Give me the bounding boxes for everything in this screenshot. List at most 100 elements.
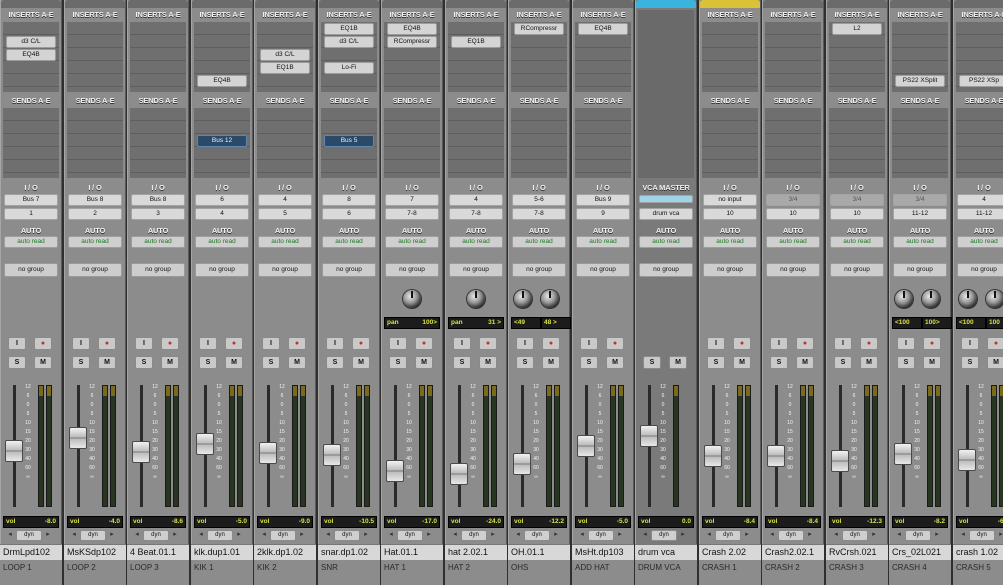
output-selector[interactable]: 10 <box>766 208 820 220</box>
record-arm-button[interactable]: ● <box>98 337 116 350</box>
volume-fader[interactable] <box>323 444 341 466</box>
insert-plugin[interactable]: EQ4B <box>387 23 437 35</box>
solo-button[interactable]: S <box>72 356 90 369</box>
insert-slot[interactable] <box>257 35 313 48</box>
scroll-right-arrow[interactable]: ▸ <box>44 530 52 539</box>
insert-plugin[interactable]: EQ1B <box>324 23 374 35</box>
pan-knob[interactable] <box>541 290 559 308</box>
send-slot[interactable] <box>257 134 313 147</box>
solo-button[interactable]: S <box>580 356 598 369</box>
volume-fader[interactable] <box>386 460 404 482</box>
dyn-button[interactable]: dyn <box>715 530 741 541</box>
dyn-button[interactable]: dyn <box>969 530 995 541</box>
volume-fader[interactable] <box>259 442 277 464</box>
scroll-right-arrow[interactable]: ▸ <box>806 530 814 539</box>
send-slot[interactable] <box>511 121 567 134</box>
insert-slot[interactable]: EQ4B <box>575 22 631 35</box>
insert-slot[interactable] <box>3 61 59 74</box>
record-arm-button[interactable]: ● <box>923 337 941 350</box>
send-slot[interactable] <box>511 134 567 147</box>
send-slot[interactable] <box>384 108 440 121</box>
output-selector[interactable]: 7-8 <box>449 208 503 220</box>
send-slot[interactable] <box>257 121 313 134</box>
insert-slot[interactable] <box>829 48 885 61</box>
send-slot[interactable] <box>956 160 1003 173</box>
send-slot[interactable] <box>575 160 631 173</box>
scroll-left-arrow[interactable]: ◂ <box>260 530 268 539</box>
mute-button[interactable]: M <box>796 356 814 369</box>
record-arm-button[interactable]: ● <box>352 337 370 350</box>
insert-slot[interactable] <box>765 48 821 61</box>
send-slot[interactable] <box>765 121 821 134</box>
record-arm-button[interactable]: ● <box>987 337 1003 350</box>
insert-slot[interactable] <box>829 74 885 87</box>
volume-fader[interactable] <box>894 443 912 465</box>
insert-plugin[interactable]: EQ4B <box>578 23 628 35</box>
input-selector[interactable]: 5-6 <box>512 194 566 206</box>
send-slot[interactable] <box>702 160 758 173</box>
input-monitor-button[interactable]: I <box>262 337 280 350</box>
input-selector[interactable]: Bus 8 <box>131 194 185 206</box>
send-slot[interactable] <box>829 147 885 160</box>
send-slot[interactable] <box>956 147 1003 160</box>
mute-button[interactable]: M <box>98 356 116 369</box>
insert-slot[interactable] <box>194 22 250 35</box>
send-slot[interactable] <box>3 147 59 160</box>
solo-button[interactable]: S <box>643 356 661 369</box>
group-selector[interactable]: no group <box>131 263 185 277</box>
input-monitor-button[interactable]: I <box>834 337 852 350</box>
send-slot[interactable] <box>765 147 821 160</box>
mute-button[interactable]: M <box>860 356 878 369</box>
input-monitor-button[interactable]: I <box>961 337 979 350</box>
send-slot[interactable] <box>3 160 59 173</box>
track-name[interactable]: 2klk.dp1.02 <box>254 544 316 561</box>
mute-button[interactable]: M <box>606 356 624 369</box>
automation-mode-selector[interactable]: auto read <box>322 236 376 248</box>
insert-slot[interactable]: PS22 XSplit <box>892 74 948 87</box>
output-selector[interactable]: 6 <box>322 208 376 220</box>
scroll-left-arrow[interactable]: ◂ <box>387 530 395 539</box>
group-selector[interactable]: no group <box>449 263 503 277</box>
send-slot[interactable] <box>511 108 567 121</box>
send-slot[interactable] <box>448 147 504 160</box>
send-slot[interactable] <box>321 121 377 134</box>
send-slot[interactable] <box>384 147 440 160</box>
group-selector[interactable]: no group <box>703 263 757 277</box>
insert-slot[interactable] <box>956 48 1003 61</box>
insert-slot[interactable]: d3 C/L <box>3 35 59 48</box>
insert-slot[interactable] <box>892 61 948 74</box>
mute-button[interactable]: M <box>479 356 497 369</box>
input-monitor-button[interactable]: I <box>580 337 598 350</box>
send-slot[interactable] <box>194 147 250 160</box>
dyn-button[interactable]: dyn <box>588 530 614 541</box>
solo-button[interactable]: S <box>199 356 217 369</box>
pan-knob[interactable] <box>467 290 485 308</box>
send-slot[interactable] <box>511 147 567 160</box>
scroll-left-arrow[interactable]: ◂ <box>705 530 713 539</box>
solo-button[interactable]: S <box>135 356 153 369</box>
mute-button[interactable]: M <box>987 356 1003 369</box>
insert-slot[interactable] <box>702 22 758 35</box>
dyn-button[interactable]: dyn <box>270 530 296 541</box>
solo-button[interactable]: S <box>961 356 979 369</box>
input-selector[interactable]: 3/4 <box>830 194 884 206</box>
automation-mode-selector[interactable]: auto read <box>766 236 820 248</box>
solo-button[interactable]: S <box>516 356 534 369</box>
input-monitor-button[interactable]: I <box>135 337 153 350</box>
automation-mode-selector[interactable]: auto read <box>68 236 122 248</box>
solo-button[interactable]: S <box>262 356 280 369</box>
automation-mode-selector[interactable]: auto read <box>449 236 503 248</box>
send-slot[interactable] <box>257 147 313 160</box>
send-assignment[interactable]: Bus 5 <box>324 135 374 147</box>
send-slot[interactable] <box>892 134 948 147</box>
insert-slot[interactable] <box>956 35 1003 48</box>
insert-slot[interactable] <box>511 48 567 61</box>
send-slot[interactable] <box>702 134 758 147</box>
input-monitor-button[interactable]: I <box>8 337 26 350</box>
send-slot[interactable] <box>3 134 59 147</box>
insert-slot[interactable]: d3 C/L <box>321 35 377 48</box>
scroll-left-arrow[interactable]: ◂ <box>832 530 840 539</box>
insert-slot[interactable] <box>448 61 504 74</box>
dyn-button[interactable]: dyn <box>16 530 42 541</box>
insert-slot[interactable] <box>702 48 758 61</box>
